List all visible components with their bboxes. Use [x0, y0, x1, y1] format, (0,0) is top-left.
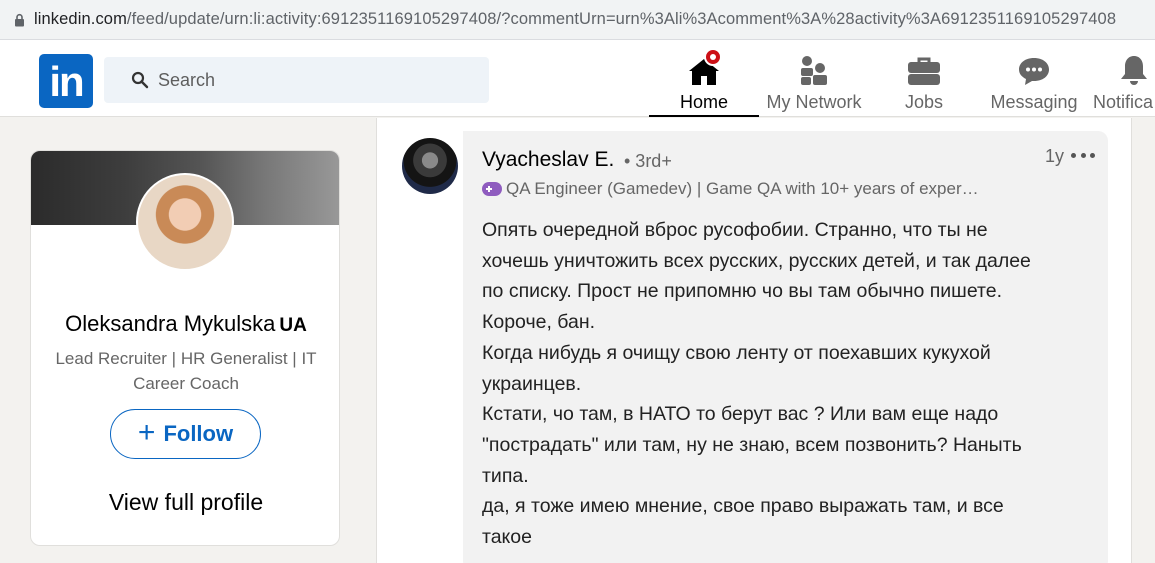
comment-line: типа.	[482, 464, 529, 487]
comment-line: Короче, бан.	[482, 311, 596, 334]
nav-messaging[interactable]: Messaging	[979, 40, 1089, 117]
nav-messaging-label: Messaging	[990, 92, 1078, 112]
search-icon	[130, 70, 150, 90]
comment-line: украинцев.	[482, 372, 582, 395]
nav-jobs[interactable]: Jobs	[869, 40, 979, 117]
nav-home-label: Home	[679, 92, 728, 112]
comment-line: по списку. Прост не припомню чо вы там о…	[482, 280, 1002, 303]
comment-line: Кстати, чо там, в НАТО то берут вас ? Ил…	[482, 403, 999, 426]
url-host: linkedin.com	[34, 10, 127, 28]
nav-jobs-label: Jobs	[904, 92, 944, 112]
comment-line: Опять очередной вброс русофобии. Странно…	[482, 219, 988, 241]
profile-name-text: Oleksandra Mykulska	[65, 311, 276, 336]
top-nav-bar: in Search Home My Network Jobs Messaging	[0, 40, 1155, 117]
linkedin-logo[interactable]: in	[39, 54, 93, 108]
commenter-headline: QA Engineer (Gamedev) | Game QA with 10+…	[482, 179, 979, 199]
profile-avatar[interactable]	[136, 173, 234, 271]
messaging-icon	[1017, 50, 1051, 86]
lock-icon	[8, 13, 30, 27]
notification-dot	[704, 48, 722, 66]
nav-my-network[interactable]: My Network	[759, 40, 869, 117]
comment-line: хочешь уничтожить всех русских, русских …	[482, 249, 1031, 272]
gamepad-icon	[482, 182, 502, 196]
comment-timestamp: 1y	[1045, 146, 1065, 166]
plus-icon: +	[137, 415, 156, 449]
commenter-name[interactable]: Vyacheslav E.	[482, 148, 614, 172]
nav-home[interactable]: Home	[649, 40, 759, 117]
profile-card: Oleksandra Mykulska UA Lead Recruiter | H…	[30, 150, 340, 546]
main-feed-column: Vyacheslav E. • 3rd+ QA Engineer (Gamede…	[376, 118, 1132, 563]
nav-notifications[interactable]: Notifica	[1087, 40, 1155, 117]
url-text[interactable]: linkedin.com/feed/update/urn:li:activity…	[34, 10, 1116, 29]
commenter-headline-text: QA Engineer (Gamedev) | Game QA with 10+…	[506, 179, 979, 198]
more-options-icon[interactable]	[1071, 145, 1095, 165]
profile-headline: Lead Recruiter | HR Generalist | IT Care…	[55, 349, 317, 393]
network-icon	[798, 50, 830, 86]
briefcase-icon	[907, 50, 941, 86]
search-input[interactable]: Search	[158, 70, 215, 91]
comment-line: да, я тоже имею мнение, свое право выраж…	[482, 495, 1004, 518]
profile-name[interactable]: Oleksandra Mykulska UA	[31, 311, 339, 337]
comment-line: "пострадать" или там, ну не знаю, всем п…	[482, 433, 1022, 456]
nav-notifications-label: Notifica	[1093, 92, 1154, 112]
bell-icon	[1119, 50, 1149, 86]
connection-degree: • 3rd+	[624, 151, 672, 171]
url-path: /feed/update/urn:li:activity:69123511691…	[126, 10, 1117, 28]
browser-address-bar[interactable]: linkedin.com/feed/update/urn:li:activity…	[0, 0, 1155, 40]
comment-line: такое	[482, 526, 532, 549]
nav-my-network-label: My Network	[766, 92, 862, 112]
comment-bubble: Vyacheslav E. • 3rd+ QA Engineer (Gamede…	[463, 131, 1108, 563]
view-full-profile-link[interactable]: View full profile	[31, 489, 339, 516]
flag-badge: UA	[279, 315, 307, 336]
follow-button[interactable]: + Follow	[110, 409, 261, 459]
follow-label: Follow	[163, 421, 234, 446]
search-box[interactable]: Search	[104, 57, 489, 103]
commenter-avatar[interactable]	[402, 138, 458, 194]
comment-text: Опять очередной вброс русофобии. Странно…	[482, 215, 1097, 553]
comment-line: Когда нибудь я очищу свою ленту от поеха…	[482, 341, 991, 364]
